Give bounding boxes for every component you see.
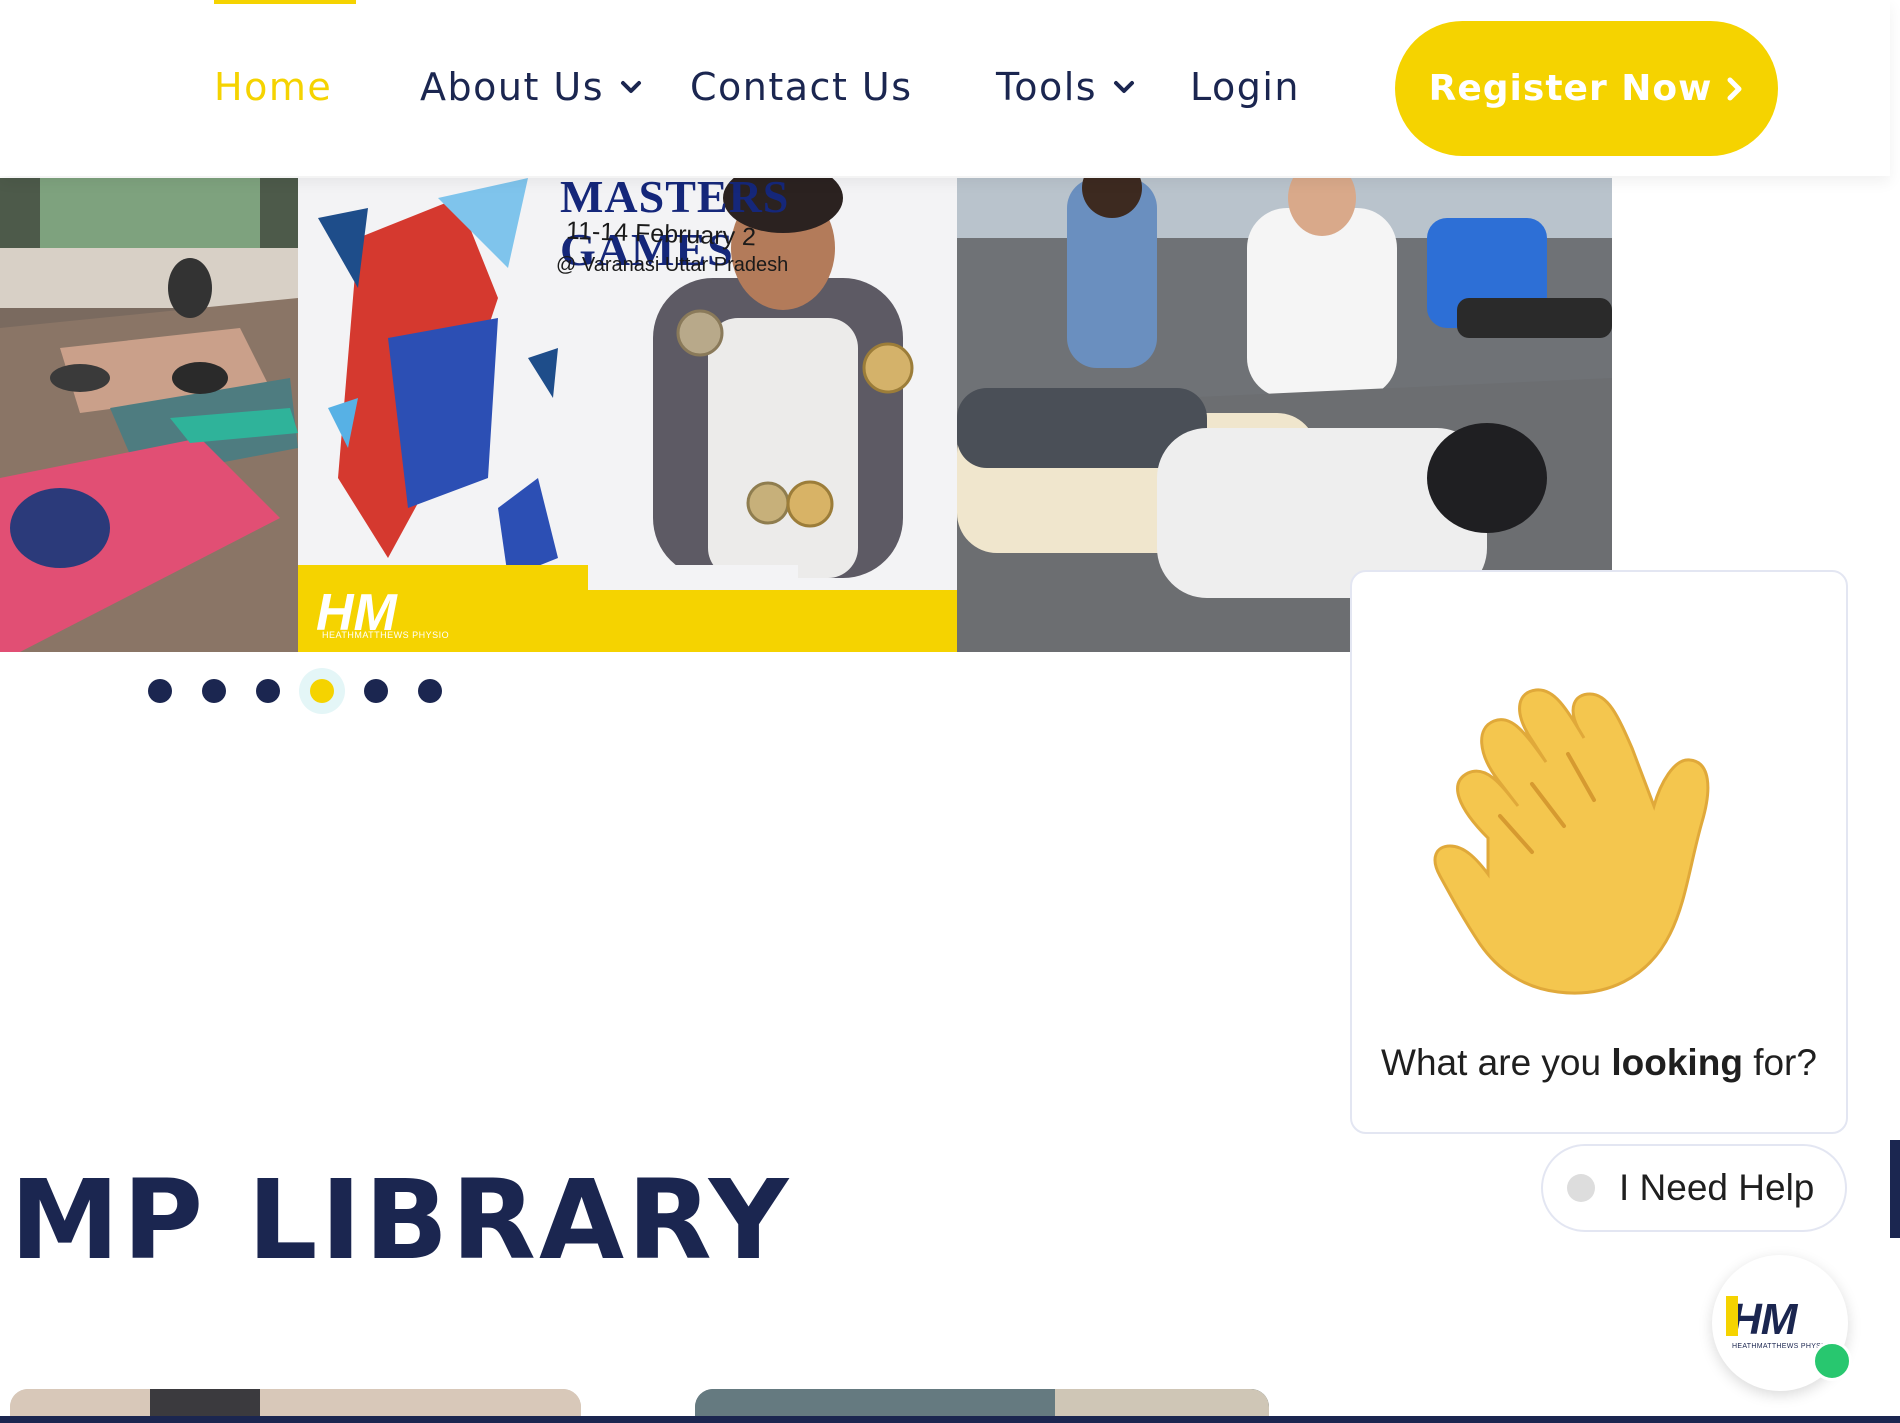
chat-popup[interactable]: What are you looking for?	[1350, 570, 1848, 1134]
online-status-badge	[1812, 1341, 1852, 1381]
i-need-help-button[interactable]: I Need Help	[1541, 1144, 1847, 1232]
nav-tools[interactable]: Tools	[996, 62, 1135, 112]
waving-hand-icon	[1433, 688, 1710, 995]
nav-about-label: About Us	[420, 65, 605, 109]
launcher-logo: HM	[1730, 1295, 1797, 1344]
chevron-right-icon	[1727, 77, 1742, 100]
nav-home[interactable]: Home	[214, 62, 332, 112]
carousel-dot[interactable]	[202, 679, 226, 703]
side-feedback-tab[interactable]	[1890, 1140, 1900, 1238]
chat-message: What are you looking for?	[1352, 1042, 1846, 1084]
nav-contact-us[interactable]: Contact Us	[690, 62, 913, 112]
carousel-dot[interactable]	[364, 679, 388, 703]
nav-home-label: Home	[214, 65, 333, 109]
carousel-slide-yoga[interactable]	[0, 178, 298, 652]
yoga-class-image	[0, 178, 298, 652]
active-nav-indicator	[214, 0, 356, 4]
nav-login-label: Login	[1190, 65, 1301, 109]
chat-message-suffix: for?	[1742, 1042, 1817, 1083]
carousel-dot[interactable]	[256, 679, 280, 703]
nav-tools-label: Tools	[996, 65, 1098, 109]
chevron-down-icon	[1114, 81, 1135, 93]
carousel-dot[interactable]	[148, 679, 172, 703]
help-button-label: I Need Help	[1619, 1167, 1815, 1208]
carousel-slide-masters-games[interactable]: MASTERS GAMES 11-14 February 2 @ Varanas…	[298, 178, 957, 652]
radio-dot-icon	[1567, 1174, 1595, 1202]
carousel-dot[interactable]	[418, 679, 442, 703]
nav-login[interactable]: Login	[1190, 62, 1300, 112]
chevron-down-icon	[621, 81, 642, 93]
poster-location: @ Varanasi Uttar Pradesh	[556, 254, 789, 276]
carousel-dot-active[interactable]	[310, 679, 334, 703]
register-label: Register Now	[1428, 68, 1713, 109]
chat-message-prefix: What are you	[1381, 1042, 1612, 1083]
nav-about-us[interactable]: About Us	[420, 62, 642, 112]
register-now-button[interactable]: Register Now	[1395, 21, 1778, 156]
chat-message-bold: looking	[1611, 1042, 1743, 1083]
nav-contact-label: Contact Us	[690, 65, 913, 109]
site-header: Home About Us Contact Us Tools Login Reg…	[0, 0, 1890, 176]
footer-edge	[0, 1416, 1900, 1423]
section-title: MP LIBRARY	[10, 1156, 792, 1284]
launcher-logo-accent	[1726, 1296, 1738, 1336]
hm-logo-tagline: HEATHMATTHEWS PHYSIO	[322, 630, 450, 640]
